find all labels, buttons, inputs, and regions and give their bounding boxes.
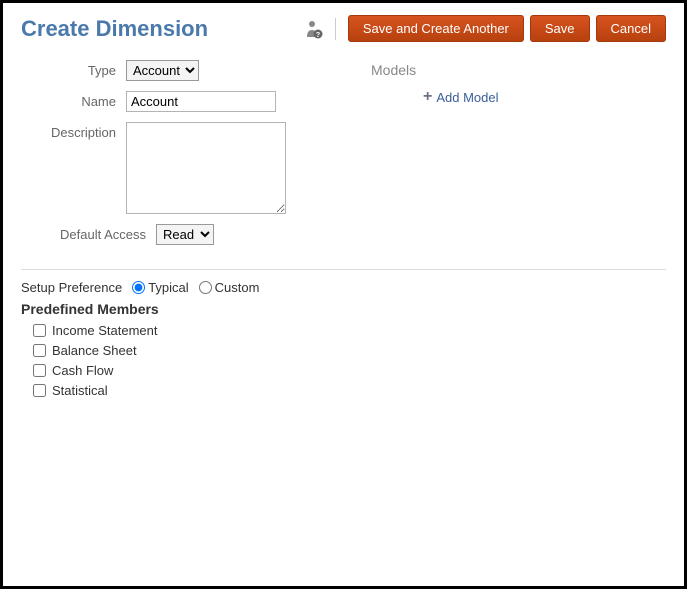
- predefined-member-item[interactable]: Cash Flow: [33, 363, 666, 378]
- name-input[interactable]: [126, 91, 276, 112]
- default-access-row: Default Access Read: [21, 224, 321, 245]
- typical-radio-wrap[interactable]: Typical: [132, 280, 188, 295]
- typical-radio[interactable]: [132, 281, 145, 294]
- type-label: Type: [21, 60, 126, 78]
- predefined-checkbox[interactable]: [33, 344, 46, 357]
- svg-text:?: ?: [316, 32, 320, 39]
- top-actions: ? Save and Create Another Save Cancel: [305, 15, 666, 42]
- user-help-icon[interactable]: ?: [305, 19, 323, 39]
- description-row: Description: [21, 122, 321, 214]
- separator: [335, 18, 336, 40]
- predefined-members-heading: Predefined Members: [21, 301, 666, 317]
- name-label: Name: [21, 91, 126, 109]
- add-model-link[interactable]: + Add Model: [423, 88, 499, 106]
- left-column: Type Account Name Description Default Ac…: [21, 60, 321, 255]
- type-row: Type Account: [21, 60, 321, 81]
- predefined-checkbox[interactable]: [33, 364, 46, 377]
- predefined-label: Income Statement: [52, 323, 158, 338]
- custom-radio-label: Custom: [215, 280, 260, 295]
- default-access-label: Default Access: [21, 224, 156, 242]
- right-column: Models + Add Model: [341, 60, 666, 255]
- predefined-member-item[interactable]: Statistical: [33, 383, 666, 398]
- form-body: Type Account Name Description Default Ac…: [21, 60, 666, 255]
- setup-preference-row: Setup Preference Typical Custom: [21, 280, 666, 295]
- top-bar: Create Dimension ? Save and Create Anoth…: [21, 15, 666, 42]
- type-select[interactable]: Account: [126, 60, 199, 81]
- predefined-member-item[interactable]: Balance Sheet: [33, 343, 666, 358]
- default-access-select[interactable]: Read: [156, 224, 214, 245]
- plus-icon: +: [423, 88, 432, 106]
- predefined-label: Balance Sheet: [52, 343, 137, 358]
- predefined-member-item[interactable]: Income Statement: [33, 323, 666, 338]
- add-model-label: Add Model: [436, 90, 498, 105]
- save-and-create-another-button[interactable]: Save and Create Another: [348, 15, 524, 42]
- predefined-checkbox[interactable]: [33, 384, 46, 397]
- description-label: Description: [21, 122, 126, 140]
- typical-radio-label: Typical: [148, 280, 188, 295]
- custom-radio-wrap[interactable]: Custom: [199, 280, 260, 295]
- name-row: Name: [21, 91, 321, 112]
- setup-preference-label: Setup Preference: [21, 280, 122, 295]
- page-title: Create Dimension: [21, 16, 208, 42]
- predefined-label: Statistical: [52, 383, 108, 398]
- description-textarea[interactable]: [126, 122, 286, 214]
- predefined-checkbox[interactable]: [33, 324, 46, 337]
- save-button[interactable]: Save: [530, 15, 590, 42]
- create-dimension-dialog: Create Dimension ? Save and Create Anoth…: [0, 0, 687, 589]
- divider: [21, 269, 666, 270]
- models-heading: Models: [371, 62, 666, 78]
- cancel-button[interactable]: Cancel: [596, 15, 666, 42]
- predefined-label: Cash Flow: [52, 363, 113, 378]
- custom-radio[interactable]: [199, 281, 212, 294]
- predefined-members-list: Income Statement Balance Sheet Cash Flow…: [21, 323, 666, 398]
